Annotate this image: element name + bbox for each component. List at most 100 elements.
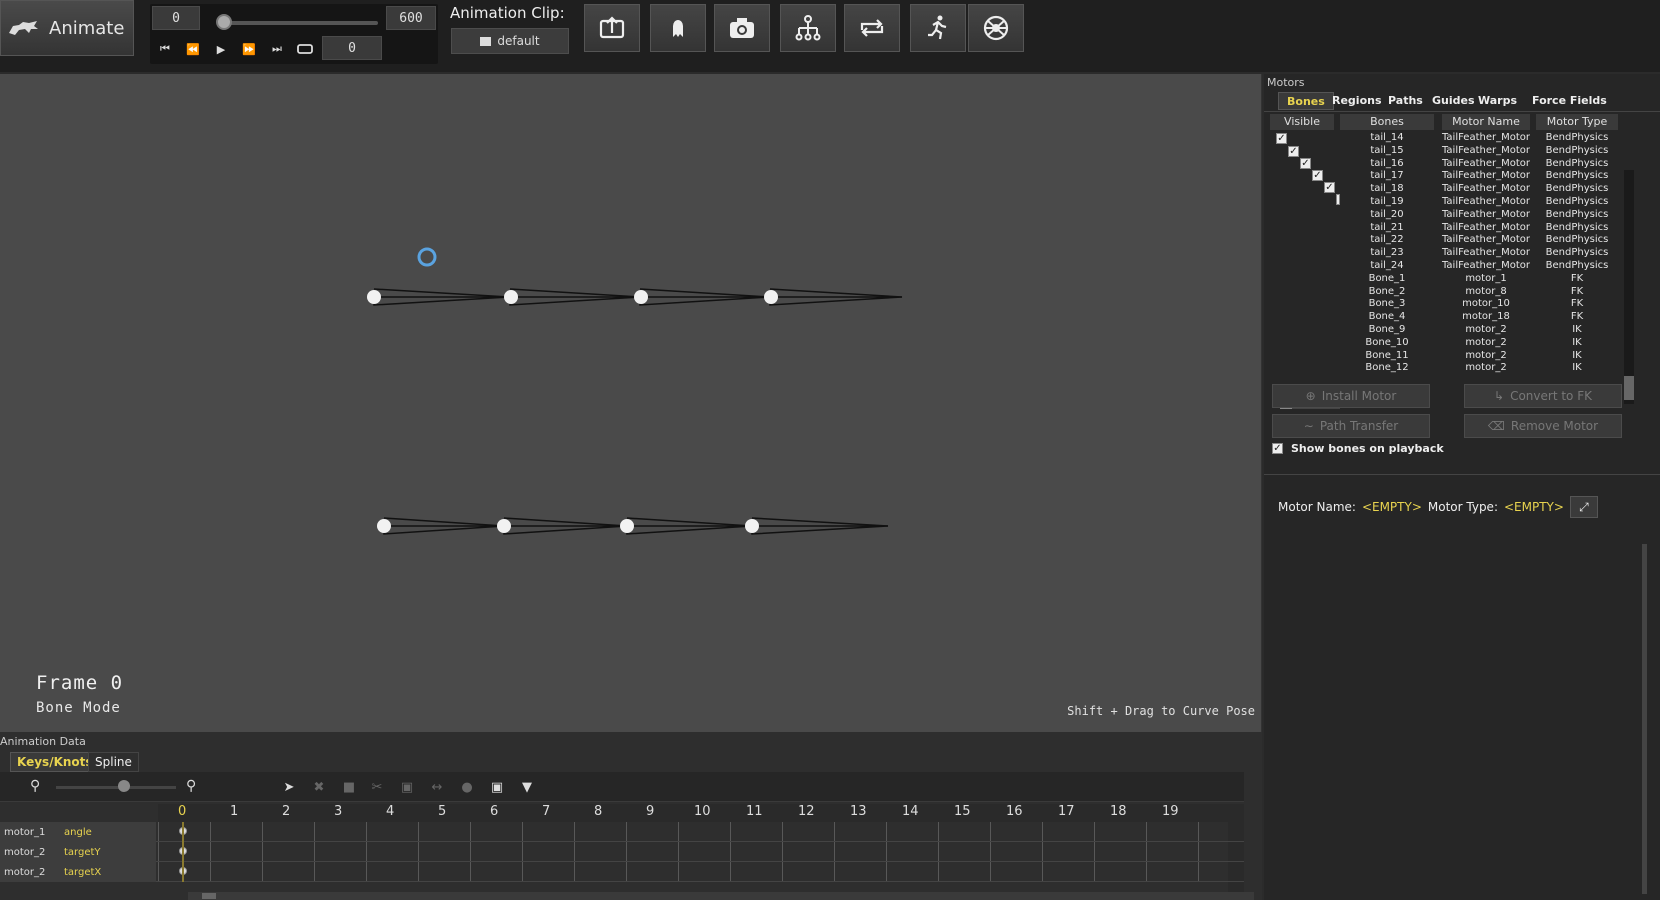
physics-button[interactable] [968, 4, 1024, 52]
properties-scrollbar[interactable] [1642, 544, 1647, 894]
col-bones[interactable]: Bones [1340, 114, 1434, 130]
loop-toggle-icon[interactable] [292, 38, 318, 60]
col-motor-name[interactable]: Motor Name [1442, 114, 1530, 130]
bone-joint[interactable] [634, 290, 648, 304]
canvas-viewport[interactable]: Frame 0 Bone Mode Shift + Drag to Curve … [0, 74, 1262, 732]
top-toolbar: Animate 0 600 ⏮ ⏪ ▶ ⏩ ⏭ 0 Animation Clip… [0, 0, 1660, 72]
delete-key-icon[interactable]: ✖ [308, 776, 330, 798]
motor-row[interactable]: tail_23 TailFeather_Motor BendPhysics [1266, 247, 1626, 260]
frame-slider-thumb[interactable] [216, 14, 232, 30]
timeline-horizontal-scrollbar[interactable] [188, 892, 1254, 900]
motor-row[interactable]: tail_22 TailFeather_Motor BendPhysics [1266, 234, 1626, 247]
remove-motor-button[interactable]: ⌫ Remove Motor [1464, 414, 1622, 438]
tab-force-fields[interactable]: Force Fields [1524, 92, 1615, 110]
ghost-button[interactable] [650, 4, 706, 52]
motor-cell-motor: TailFeather_Motor [1441, 234, 1531, 246]
col-visible[interactable]: Visible [1270, 114, 1334, 130]
expand-icon[interactable]: ⤢ [1569, 496, 1598, 518]
motor-cell-motor: TailFeather_Motor [1441, 183, 1531, 195]
interpolate-icon[interactable]: ↔ [426, 776, 448, 798]
playhead[interactable] [182, 822, 184, 882]
bone-joint[interactable] [620, 519, 634, 533]
run-button[interactable] [910, 4, 966, 52]
bone-rig[interactable] [0, 74, 1262, 732]
motor-row[interactable]: Bone_2 motor_8 FK [1266, 286, 1626, 299]
skip-start-icon[interactable]: ⏮ [152, 38, 178, 60]
install-motor-button[interactable]: ⊕ Install Motor [1272, 384, 1430, 408]
current-frame-field[interactable]: 0 [322, 36, 382, 60]
record-icon[interactable]: ● [456, 776, 478, 798]
bone-joint[interactable] [504, 290, 518, 304]
motor-row[interactable]: tail_16 TailFeather_Motor BendPhysics [1266, 158, 1626, 171]
frame-slider-track[interactable] [222, 21, 378, 25]
bone-joint[interactable] [377, 519, 391, 533]
copy-icon[interactable]: ▣ [396, 776, 418, 798]
motor-row[interactable]: Bone_10 motor_2 IK [1266, 337, 1626, 350]
play-icon[interactable]: ▶ [208, 38, 234, 60]
end-frame-field[interactable]: 600 [386, 6, 436, 30]
visible-checkbox[interactable]: ✓ [1276, 133, 1287, 144]
bone-chain-bottom[interactable] [377, 517, 889, 535]
motor-cell-type: IK [1572, 362, 1582, 374]
animation-clip-select[interactable]: default [451, 28, 569, 54]
motor-row[interactable]: Bone_9 motor_2 IK [1266, 324, 1626, 337]
select-key-icon[interactable]: ➤ [278, 776, 300, 798]
track-row[interactable]: motor_2 targetY [0, 842, 1244, 862]
track-property: angle [64, 826, 92, 838]
camera-button[interactable] [714, 4, 770, 52]
motors-scrollbar[interactable] [1624, 170, 1634, 404]
app-menu-button[interactable]: Animate [0, 0, 134, 56]
cut-icon[interactable]: ✂ [366, 776, 388, 798]
scroll-thumb[interactable] [1624, 376, 1634, 400]
skip-end-icon[interactable]: ⏭ [264, 38, 290, 60]
motor-row[interactable]: tail_15 TailFeather_Motor BendPhysics [1266, 145, 1626, 158]
timeline-ruler[interactable]: 0 1 2 3 4 5 6 7 8 9 10 11 12 13 14 15 16… [158, 804, 1244, 822]
visible-checkbox[interactable]: ✓ [1324, 182, 1335, 193]
visible-checkbox[interactable]: ✓ [1288, 146, 1299, 157]
motor-row[interactable]: Bone_11 motor_2 IK [1266, 350, 1626, 363]
tab-keys-knots[interactable]: Keys/Knots [10, 752, 100, 772]
bone-joint[interactable] [497, 519, 511, 533]
fit-view-icon[interactable]: ▣ [486, 776, 508, 798]
clear-icon[interactable]: ■ [338, 776, 360, 798]
bone-chain-top[interactable] [367, 288, 903, 306]
show-bones-option[interactable]: ✓ Show bones on playback [1272, 442, 1444, 455]
visible-checkbox[interactable] [1336, 194, 1340, 205]
path-transfer-button[interactable]: ∼ Path Transfer [1272, 414, 1430, 438]
zoom-slider-thumb[interactable] [118, 780, 130, 792]
hierarchy-button[interactable] [780, 4, 836, 52]
loop-button[interactable] [844, 4, 900, 52]
motor-row[interactable]: Bone_12 motor_2 IK [1266, 362, 1626, 375]
track-row[interactable]: motor_1 angle [0, 822, 1244, 842]
motor-row[interactable]: Bone_4 motor_18 FK [1266, 311, 1626, 324]
track-row[interactable]: motor_2 targetX [0, 862, 1244, 882]
convert-to-fk-button[interactable]: ↳ Convert to FK [1464, 384, 1622, 408]
zoom-in-icon[interactable]: ⚲ [186, 778, 202, 794]
show-bones-checkbox[interactable]: ✓ [1272, 443, 1283, 454]
motor-row[interactable]: tail_18 TailFeather_Motor BendPhysics [1266, 183, 1626, 196]
bone-joint[interactable] [745, 519, 759, 533]
rewind-icon[interactable]: ⏪ [180, 38, 206, 60]
visible-checkbox[interactable]: ✓ [1312, 170, 1323, 181]
tab-warps[interactable]: Warps [1470, 92, 1525, 110]
motor-row[interactable]: tail_20 TailFeather_Motor BendPhysics [1266, 209, 1626, 222]
motor-cell-bone: tail_20 [1370, 208, 1404, 220]
bone-joint[interactable] [367, 290, 381, 304]
motor-row[interactable]: Bone_1 motor_1 FK [1266, 273, 1626, 286]
ik-target-handle[interactable] [417, 247, 437, 267]
start-frame-field[interactable]: 0 [152, 6, 200, 30]
fast-forward-icon[interactable]: ⏩ [236, 38, 262, 60]
motor-row[interactable]: tail_24 TailFeather_Motor BendPhysics [1266, 260, 1626, 273]
motor-row[interactable]: tail_21 TailFeather_Motor BendPhysics [1266, 222, 1626, 235]
bone-joint[interactable] [764, 290, 778, 304]
export-button[interactable] [584, 4, 640, 52]
visible-checkbox[interactable]: ✓ [1300, 158, 1311, 169]
marker-icon[interactable]: ▼ [516, 776, 538, 798]
motor-row[interactable]: tail_14 TailFeather_Motor BendPhysics [1266, 132, 1626, 145]
tab-spline[interactable]: Spline [88, 752, 139, 772]
motor-row[interactable]: Bone_3 motor_10 FK [1266, 298, 1626, 311]
col-motor-type[interactable]: Motor Type [1536, 114, 1618, 130]
zoom-out-icon[interactable]: ⚲ [30, 778, 46, 794]
motor-row[interactable]: tail_19 TailFeather_Motor BendPhysics [1266, 196, 1626, 209]
zoom-slider-track[interactable] [56, 786, 176, 789]
